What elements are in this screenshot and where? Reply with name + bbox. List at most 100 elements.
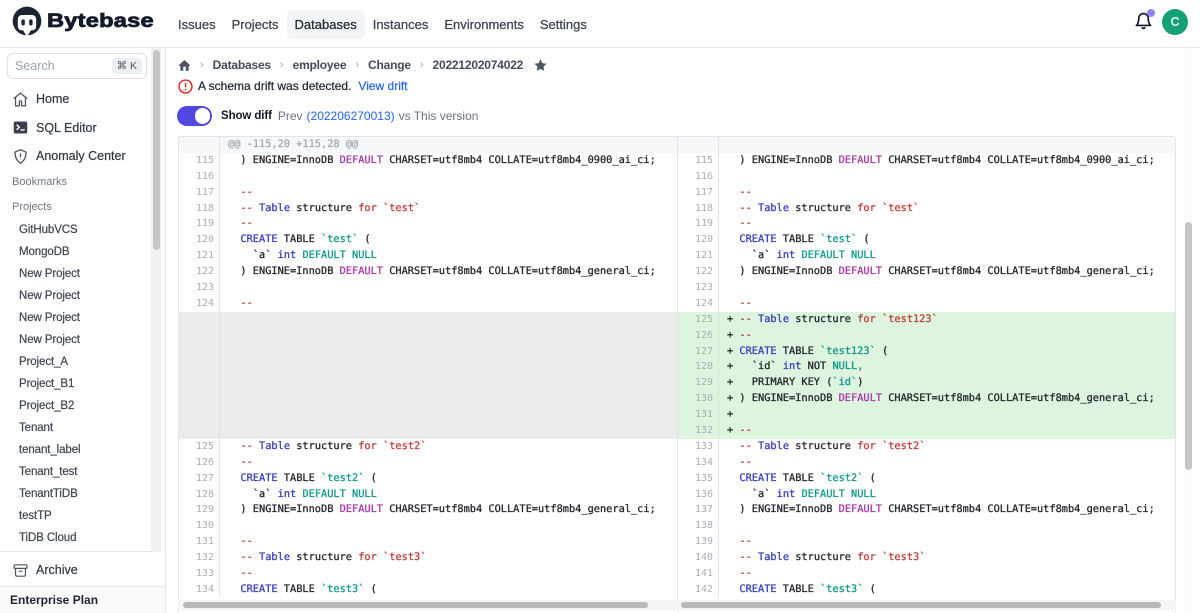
bytebase-logo[interactable]: Bytebase	[12, 6, 135, 36]
diff-row-added: 132+ --	[678, 423, 1175, 439]
diff-code-line: +	[719, 407, 1175, 423]
main-content: ›Databases›employee›Change›2022120207402…	[166, 48, 1200, 613]
sidebar-project-project_b2[interactable]: Project_B2	[19, 400, 74, 412]
diff-row: 128 `a` int DEFAULT NULL	[179, 487, 677, 503]
breadcrumb-item-change[interactable]: Change	[368, 58, 411, 72]
view-drift-link[interactable]: View drift	[358, 79, 407, 93]
sidebar-project-project_a[interactable]: Project_A	[19, 356, 68, 368]
sidebar-section-projects: Projects	[12, 201, 52, 213]
diff-code-line: + -- Table structure for `test123`	[719, 312, 1175, 328]
diff-line-number: 115	[179, 153, 220, 169]
page-scrollbar-thumb[interactable]	[1185, 222, 1192, 470]
breadcrumb-item-20221202074022[interactable]: 20221202074022	[433, 58, 524, 72]
diff-code-line: + --	[719, 423, 1175, 439]
sidebar-project-new-project[interactable]: New Project	[19, 268, 80, 280]
diff-code-line: -- Table structure for `test2`	[719, 439, 1175, 455]
sidebar-project-githubvcs[interactable]: GitHubVCS	[19, 224, 78, 236]
diff-line-number: 131	[678, 407, 719, 423]
sidebar-project-testtp[interactable]: testTP	[19, 510, 52, 522]
diff-code-line: CREATE TABLE `test` (	[719, 232, 1175, 248]
diff-row: 134 CREATE TABLE `test3` (	[179, 582, 677, 598]
diff-row: 130	[179, 518, 677, 534]
diff-row: 115 ) ENGINE=InnoDB DEFAULT CHARSET=utf8…	[678, 153, 1175, 169]
sidebar-project-tidb-cloud[interactable]: TiDB Cloud	[19, 532, 76, 544]
diff-line-number: 136	[678, 487, 719, 503]
breadcrumb-separator: ›	[200, 59, 204, 71]
nav-item-issues[interactable]: Issues	[170, 10, 224, 39]
diff-code-line	[220, 359, 677, 375]
sidebar-item-archive[interactable]: Archive	[0, 556, 150, 584]
diff-row: 136 `a` int DEFAULT NULL	[678, 487, 1175, 503]
nav-item-settings[interactable]: Settings	[532, 10, 595, 39]
diff-hunk-header: @@ -115,20 +115,28 @@	[179, 137, 677, 153]
diff-line-number: 130	[678, 391, 719, 407]
diff-row: 117 --	[678, 185, 1175, 201]
sidebar-project-tenanttidb[interactable]: TenantTiDB	[19, 488, 78, 500]
drift-message: A schema drift was detected.	[198, 79, 351, 93]
sidebar-project-tenant[interactable]: Tenant	[19, 422, 53, 434]
sidebar-scrollbar-thumb[interactable]	[153, 50, 160, 250]
search-shortcut: ⌘ K	[112, 58, 142, 74]
diff-line-number: 126	[678, 328, 719, 344]
diff-row: 124 --	[678, 296, 1175, 312]
diff-line-number	[179, 137, 220, 153]
diff-row: 125 -- Table structure for `test2`	[179, 439, 677, 455]
sidebar-footer[interactable]: Enterprise Plan	[0, 586, 165, 613]
bookmark-star-icon[interactable]	[533, 58, 548, 73]
diff-line-number: 130	[179, 518, 220, 534]
diff-code-line	[220, 391, 677, 407]
right-pane-hscrollbar-thumb[interactable]	[681, 602, 1161, 608]
nav-item-instances[interactable]: Instances	[365, 10, 437, 39]
diff-row: 135 CREATE TABLE `test2` (	[678, 471, 1175, 487]
user-avatar[interactable]: C	[1162, 9, 1188, 35]
sidebar-project-mongodb[interactable]: MongoDB	[19, 246, 69, 258]
diff-line-number	[179, 359, 220, 375]
sidebar-project-new-project[interactable]: New Project	[19, 312, 80, 324]
diff-row-added: 125+ -- Table structure for `test123`	[678, 312, 1175, 328]
nav-item-databases[interactable]: Databases	[287, 10, 365, 39]
diff-line-number: 119	[678, 216, 719, 232]
diff-row: 122 ) ENGINE=InnoDB DEFAULT CHARSET=utf8…	[179, 264, 677, 280]
diff-row: 134 --	[678, 455, 1175, 471]
diff-row-added: 128+ `id` int NOT NULL,	[678, 359, 1175, 375]
diff-row: 116	[678, 169, 1175, 185]
left-pane-hscrollbar-thumb[interactable]	[183, 602, 648, 608]
diff-code-line	[220, 328, 677, 344]
breadcrumb-separator: ›	[280, 59, 284, 71]
diff-line-number: 139	[678, 534, 719, 550]
sidebar-project-new-project[interactable]: New Project	[19, 290, 80, 302]
diff-code-line: -- Table structure for `test`	[719, 201, 1175, 217]
search-input[interactable]: Search ⌘ K	[7, 53, 147, 79]
diff-code-line: ) ENGINE=InnoDB DEFAULT CHARSET=utf8mb4 …	[719, 153, 1175, 169]
sidebar-item-anomaly-center[interactable]: Anomaly Center	[0, 142, 150, 170]
breadcrumb-home-icon[interactable]	[178, 59, 191, 72]
diff-row: 120 CREATE TABLE `test` (	[179, 232, 677, 248]
sidebar-project-new-project[interactable]: New Project	[19, 334, 80, 346]
diff-line-number: 125	[678, 312, 719, 328]
diff-row: 133 -- Table structure for `test2`	[678, 439, 1175, 455]
nav-item-environments[interactable]: Environments	[436, 10, 531, 39]
diff-line-number: 124	[179, 296, 220, 312]
diff-line-number: 129	[179, 502, 220, 518]
sidebar-project-tenant_test[interactable]: Tenant_test	[19, 466, 77, 478]
diff-code-line: --	[719, 455, 1175, 471]
sidebar-item-sql-editor[interactable]: SQL Editor	[0, 114, 150, 142]
diff-row: 117 --	[179, 185, 677, 201]
sidebar-item-home[interactable]: Home	[0, 85, 150, 113]
sidebar-divider	[0, 551, 160, 552]
nav-item-projects[interactable]: Projects	[224, 10, 287, 39]
diff-row: 115 ) ENGINE=InnoDB DEFAULT CHARSET=utf8…	[179, 153, 677, 169]
breadcrumb-item-employee[interactable]: employee	[293, 58, 347, 72]
show-diff-toggle[interactable]	[177, 106, 212, 126]
sidebar-project-project_b1[interactable]: Project_B1	[19, 378, 74, 390]
diff-code-line	[719, 518, 1175, 534]
sidebar-project-tenant_label[interactable]: tenant_label	[19, 444, 80, 456]
breadcrumb-item-databases[interactable]: Databases	[213, 58, 271, 72]
prev-version-link[interactable]: (202206270013)	[307, 109, 395, 123]
diff-line-number	[179, 328, 220, 344]
archive-label: Archive	[36, 563, 78, 577]
diff-row-added: 131+	[678, 407, 1175, 423]
diff-line-number	[179, 375, 220, 391]
diff-line-number: 142	[678, 582, 719, 598]
breadcrumb: ›Databases›employee›Change›2022120207402…	[178, 56, 548, 74]
